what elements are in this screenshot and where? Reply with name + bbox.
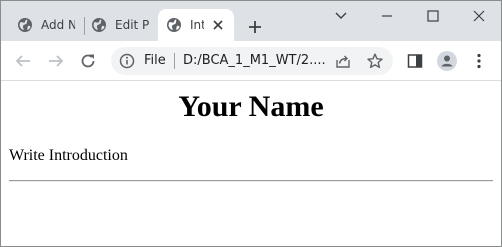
tab-search-button[interactable]	[330, 6, 352, 26]
tab-strip: Add N Edit Pc Int	[1, 1, 501, 41]
share-icon[interactable]	[335, 53, 351, 69]
side-panel-icon	[407, 54, 423, 68]
globe-icon	[91, 17, 107, 33]
info-icon[interactable]	[119, 53, 135, 69]
tab-close-icon[interactable]	[210, 17, 226, 33]
maximize-icon	[427, 10, 439, 22]
back-arrow-icon	[15, 55, 30, 67]
scheme-label: File	[144, 53, 166, 68]
side-panel-button[interactable]	[405, 51, 425, 71]
address-bar[interactable]: File D:/BCA_1_M1_WT/2....	[111, 47, 393, 75]
star-icon[interactable]	[367, 53, 383, 69]
horizontal-rule	[9, 180, 493, 182]
minimize-button[interactable]	[376, 6, 398, 26]
profile-icon	[437, 51, 457, 71]
url-text[interactable]: D:/BCA_1_M1_WT/2....	[183, 53, 326, 68]
introduction-text: Write Introduction	[9, 147, 128, 164]
browser-menu-button[interactable]	[469, 51, 489, 71]
forward-arrow-icon	[49, 55, 64, 67]
tab-title: Edit Pc	[115, 18, 149, 32]
browser-window: Add N Edit Pc Int	[0, 0, 502, 247]
tab-title: Add N	[41, 18, 75, 32]
tab-add[interactable]: Add N	[9, 9, 83, 41]
profile-button[interactable]	[437, 51, 457, 71]
kebab-menu-icon	[477, 53, 481, 69]
forward-button[interactable]	[46, 51, 66, 71]
new-tab-button[interactable]	[244, 16, 266, 38]
minimize-icon	[382, 15, 392, 17]
tab-edit[interactable]: Edit Pc	[83, 9, 157, 41]
reload-icon	[81, 54, 95, 68]
tab-active[interactable]: Int	[158, 9, 234, 41]
chevron-down-icon	[335, 12, 347, 19]
reload-button[interactable]	[78, 51, 98, 71]
page-title: Your Name	[178, 90, 324, 123]
page-viewport: Your Name Write Introduction	[1, 81, 501, 246]
toolbar: File D:/BCA_1_M1_WT/2....	[1, 41, 501, 81]
close-icon	[473, 10, 485, 22]
maximize-button[interactable]	[422, 6, 444, 26]
globe-icon	[17, 17, 33, 33]
globe-icon	[166, 17, 182, 33]
omnibox-divider	[174, 53, 175, 69]
back-button[interactable]	[13, 51, 33, 71]
plus-icon	[249, 21, 261, 33]
close-window-button[interactable]	[468, 6, 490, 26]
tab-title: Int	[190, 18, 204, 32]
